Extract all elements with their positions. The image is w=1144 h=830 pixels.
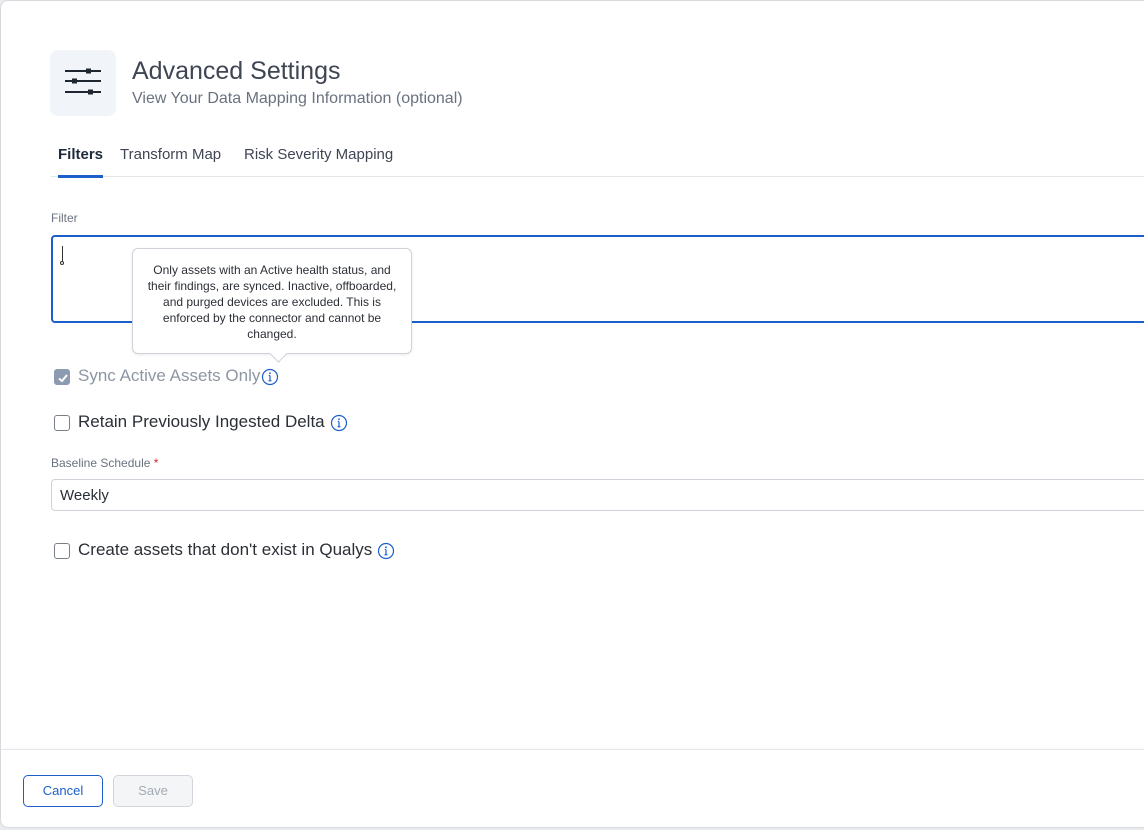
text-cursor-handle bbox=[60, 261, 64, 265]
info-icon[interactable] bbox=[330, 414, 348, 432]
retain-delta-checkbox[interactable] bbox=[54, 415, 70, 431]
info-icon[interactable] bbox=[261, 368, 279, 386]
page-title: Advanced Settings bbox=[132, 57, 341, 85]
sync-active-assets-label: Sync Active Assets Only bbox=[78, 366, 261, 385]
baseline-schedule-label: Baseline Schedule * bbox=[51, 456, 158, 470]
sliders-icon bbox=[65, 68, 101, 95]
sync-active-assets-checkbox[interactable] bbox=[54, 369, 70, 385]
tab-bar: Filters Transform Map Risk Severity Mapp… bbox=[51, 141, 1144, 178]
save-button[interactable]: Save bbox=[113, 775, 193, 807]
create-assets-label: Create assets that don't exist in Qualys bbox=[78, 540, 373, 559]
create-assets-row: Create assets that don't exist in Qualys bbox=[54, 540, 414, 562]
cancel-button[interactable]: Cancel bbox=[23, 775, 103, 807]
baseline-schedule-value: Weekly bbox=[60, 487, 109, 504]
tab-filters[interactable]: Filters bbox=[58, 146, 104, 178]
header-icon-container bbox=[50, 50, 116, 116]
baseline-schedule-select[interactable]: Weekly bbox=[51, 479, 1144, 511]
create-assets-checkbox[interactable] bbox=[54, 543, 70, 559]
retain-delta-label: Retain Previously Ingested Delta bbox=[78, 412, 325, 431]
sync-active-tooltip: Only assets with an Active health status… bbox=[132, 248, 412, 363]
tooltip-text: Only assets with an Active health status… bbox=[147, 263, 397, 341]
checkmark-icon bbox=[58, 374, 68, 383]
tab-risk-severity-mapping[interactable]: Risk Severity Mapping bbox=[244, 146, 393, 175]
filter-label: Filter bbox=[51, 211, 78, 225]
page-subtitle: View Your Data Mapping Information (opti… bbox=[132, 90, 463, 107]
advanced-settings-panel: Advanced Settings View Your Data Mapping… bbox=[0, 0, 1144, 828]
tooltip-arrow bbox=[269, 344, 288, 363]
baseline-schedule-label-text: Baseline Schedule bbox=[51, 456, 151, 470]
retain-delta-row: Retain Previously Ingested Delta bbox=[54, 412, 364, 434]
tab-transform-map[interactable]: Transform Map bbox=[120, 146, 221, 175]
required-mark: * bbox=[153, 456, 159, 470]
footer-divider bbox=[1, 749, 1144, 750]
info-icon[interactable] bbox=[377, 542, 395, 560]
sync-active-assets-row: Sync Active Assets Only bbox=[54, 366, 294, 388]
